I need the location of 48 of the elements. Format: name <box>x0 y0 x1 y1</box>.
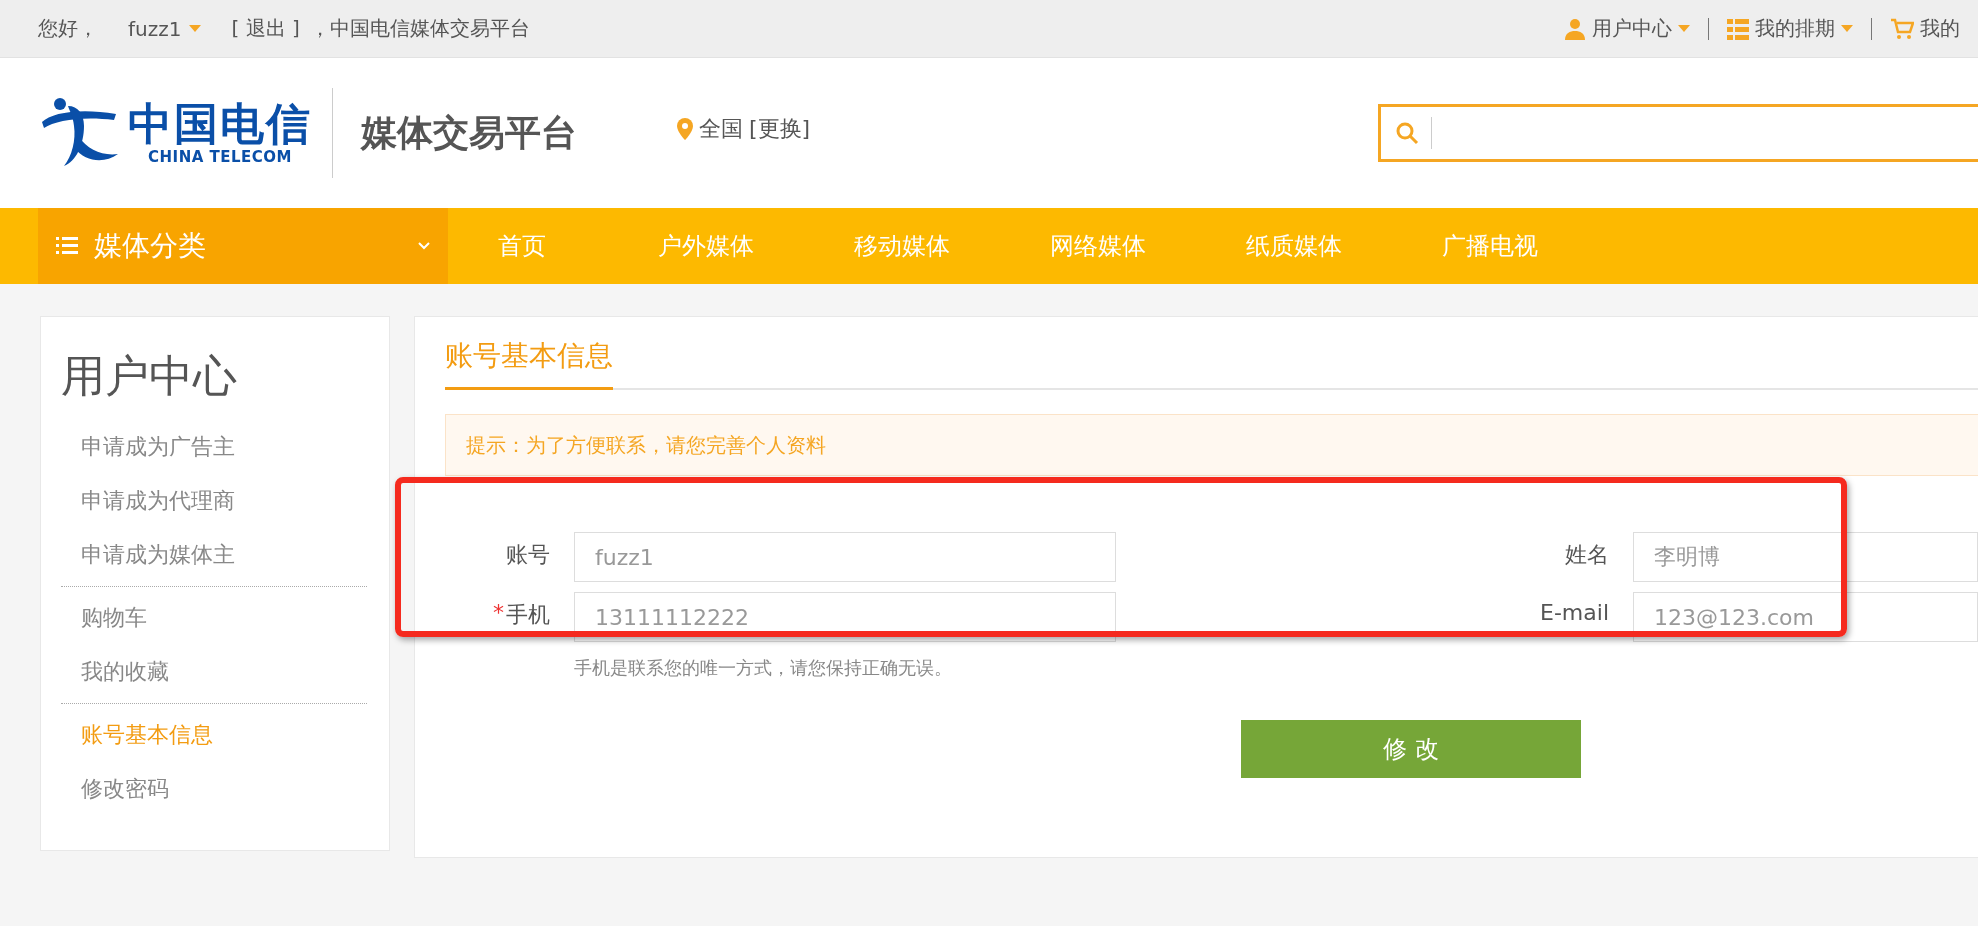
sidebar-item[interactable]: 申请成为代理商 <box>61 474 235 528</box>
sidebar-item[interactable]: 我的收藏 <box>61 645 169 699</box>
top-link[interactable]: 我的 <box>1920 15 1960 42</box>
sidebar-item[interactable]: 申请成为媒体主 <box>61 528 235 582</box>
nav-link[interactable]: 移动媒体 <box>804 208 1000 284</box>
nav-link[interactable]: 广播电视 <box>1392 208 1588 284</box>
hint-text: 提示：为了方便联系，请您完善个人资料 <box>466 431 826 459</box>
search-field[interactable] <box>1378 104 1978 162</box>
list-icon <box>1727 17 1749 40</box>
required-mark: * <box>493 600 504 627</box>
nav-link[interactable]: 网络媒体 <box>1000 208 1196 284</box>
user-icon <box>1564 17 1586 40</box>
field-label: 账号 <box>506 541 550 569</box>
top-link[interactable]: 我的排期 <box>1755 15 1835 42</box>
caret-icon <box>189 24 202 33</box>
field-label: E-mail <box>1540 600 1609 625</box>
sidebar-title: 用户中心 <box>61 349 237 403</box>
sidebar-item[interactable]: 购物车 <box>61 591 147 645</box>
sidebar-item[interactable]: 申请成为广告主 <box>61 420 235 474</box>
sidebar-item[interactable]: 修改密码 <box>61 762 169 816</box>
location-text: 全国 <box>699 115 743 143</box>
username-link[interactable]: fuzz1 <box>128 16 182 41</box>
field-label: 手机 <box>506 601 550 629</box>
logout-link[interactable]: [ 退出 ] <box>231 15 300 42</box>
sidebar-item[interactable]: 账号基本信息 <box>61 708 213 762</box>
help-text: 手机是联系您的唯一方式，请您保持正确无误。 <box>574 656 953 680</box>
greeting-text: 您好， <box>38 15 98 42</box>
field-label: 姓名 <box>1565 541 1609 569</box>
menu-icon <box>56 237 78 255</box>
input-field[interactable]: fuzz1 <box>574 532 1116 582</box>
category-menu[interactable]: 媒体分类 <box>38 208 448 284</box>
logo-text: 中国电信 <box>128 99 312 149</box>
change-location-link[interactable]: [更换] <box>749 114 811 144</box>
chevron-icon <box>418 242 430 250</box>
input-field[interactable]: 123@123.com <box>1633 592 1978 642</box>
nav-link[interactable]: 户外媒体 <box>608 208 804 284</box>
submit-button[interactable]: 修 改 <box>1241 720 1581 778</box>
top-link[interactable]: 用户中心 <box>1592 15 1672 42</box>
cart-icon <box>1890 17 1914 40</box>
location-pin-icon <box>677 118 693 140</box>
search-icon <box>1395 121 1419 145</box>
platform-title: 媒体交易平台 <box>361 110 577 155</box>
nav-link[interactable]: 纸质媒体 <box>1196 208 1392 284</box>
logo-subtitle: CHINA TELECOM <box>148 148 292 167</box>
section-tab[interactable]: 账号基本信息 <box>445 337 613 390</box>
nav-link[interactable]: 首页 <box>448 208 608 284</box>
input-field[interactable]: 李明博 <box>1633 532 1978 582</box>
site-name-text: ，中国电信媒体交易平台 <box>309 15 530 42</box>
